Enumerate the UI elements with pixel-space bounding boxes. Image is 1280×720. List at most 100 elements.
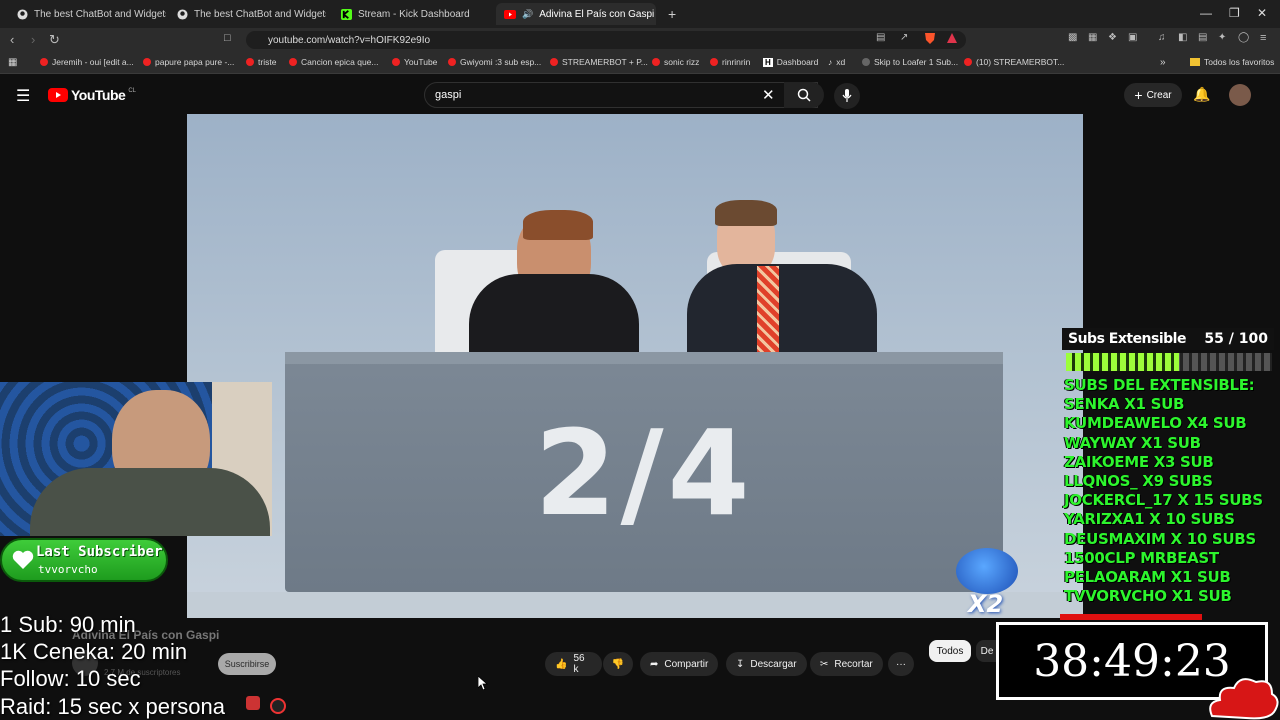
extension-icon[interactable]: ▣ bbox=[1128, 32, 1137, 43]
search-button[interactable] bbox=[784, 82, 824, 108]
browser-tab-3[interactable]: Stream - Kick Dashboard bbox=[332, 3, 492, 25]
browser-tab-bar: The best ChatBot and Widgets for Ki The … bbox=[0, 0, 1280, 28]
youtube-icon bbox=[710, 58, 718, 66]
subs-list-item: PELAOARAM X1 SUB bbox=[1064, 568, 1231, 587]
youtube-icon bbox=[550, 58, 558, 66]
youtube-icon bbox=[289, 58, 297, 66]
webcam-feed bbox=[0, 382, 272, 536]
bookmark-item[interactable]: triste bbox=[246, 57, 276, 67]
hamburger-menu-icon[interactable]: ☰ bbox=[16, 86, 30, 106]
github-icon bbox=[176, 8, 188, 20]
notifications-bell-icon[interactable]: 🔔 bbox=[1193, 86, 1210, 103]
youtube-icon bbox=[246, 58, 254, 66]
browser-tab-4-active[interactable]: 🔊 Adivina El País con Gaspi - Yo ✕ bbox=[496, 3, 656, 25]
new-tab-button[interactable]: + bbox=[660, 3, 680, 25]
person-right-tie bbox=[757, 266, 779, 356]
brave-shield-icon[interactable] bbox=[924, 32, 936, 48]
extension-icon[interactable]: ▩ bbox=[1068, 32, 1077, 43]
browser-tab-1[interactable]: The best ChatBot and Widgets for Ki bbox=[8, 3, 166, 25]
taskbar-obs-icon[interactable] bbox=[270, 698, 286, 714]
youtube-icon bbox=[448, 58, 456, 66]
bookmark-item[interactable]: sonic rizz bbox=[652, 57, 699, 67]
dislike-button[interactable]: 👎 bbox=[603, 652, 633, 676]
subs-list-item: KUMDEAWELO X4 SUB bbox=[1064, 414, 1247, 433]
bookmark-item[interactable]: (10) STREAMERBOT... bbox=[964, 57, 1064, 67]
github-icon bbox=[16, 8, 28, 20]
subscribe-button[interactable]: Suscribirse bbox=[218, 653, 276, 675]
puzzle-icon[interactable]: ❖ bbox=[1108, 32, 1117, 43]
person-right-hair bbox=[715, 200, 777, 226]
desk-top bbox=[285, 352, 1003, 364]
bookmark-item[interactable]: YouTube bbox=[392, 57, 437, 67]
brave-rewards-icon[interactable] bbox=[946, 32, 958, 47]
leo-icon[interactable]: ✦ bbox=[1218, 32, 1226, 43]
bookmark-item[interactable]: rinrinrin bbox=[710, 57, 750, 67]
bookmark-item[interactable]: Gwiyomi :3 sub esp... bbox=[448, 57, 541, 67]
chip-all[interactable]: Todos bbox=[929, 640, 971, 662]
sidebar-icon[interactable]: ◧ bbox=[1178, 32, 1187, 43]
close-window-icon[interactable]: ✕ bbox=[1257, 6, 1267, 20]
plus-icon: + bbox=[1134, 87, 1143, 103]
search-icon bbox=[797, 88, 811, 102]
subs-list-item: YARIZXA1 X 10 SUBS bbox=[1064, 510, 1235, 529]
browser-toolbar: ‹ › ↻ □ youtube.com/watch?v=hOIFK92e9Io … bbox=[0, 28, 1280, 52]
share-icon[interactable]: ↗ bbox=[900, 32, 908, 43]
streamer-hoodie bbox=[30, 468, 270, 536]
screen-icon[interactable]: ▤ bbox=[876, 32, 885, 43]
video-overlay-text: 2/4 bbox=[534, 404, 754, 542]
youtube-header: ☰ YouTube CL gaspi ✕ + Crear 🔔 bbox=[0, 74, 1280, 114]
browser-tab-2[interactable]: The best ChatBot and Widgets for Ki bbox=[168, 3, 326, 25]
subs-progress-fill bbox=[1066, 353, 1180, 371]
avatar[interactable] bbox=[1229, 84, 1251, 106]
youtube-logo[interactable]: YouTube CL bbox=[48, 87, 136, 103]
wallet-icon[interactable]: ▤ bbox=[1198, 32, 1207, 43]
youtube-icon bbox=[964, 58, 972, 66]
bookmark-item[interactable]: ♪ xd bbox=[828, 57, 845, 67]
clear-search-icon[interactable]: ✕ bbox=[762, 86, 775, 104]
bookmark-folder[interactable]: Todos los favoritos bbox=[1190, 57, 1274, 67]
bookmark-icon[interactable]: □ bbox=[224, 32, 231, 44]
video-player[interactable]: 2/4 bbox=[187, 114, 1083, 618]
youtube-icon bbox=[652, 58, 660, 66]
bookmark-item[interactable]: H Dashboard bbox=[763, 57, 818, 67]
voice-search-button[interactable] bbox=[834, 83, 860, 109]
share-button[interactable]: ➦ Compartir bbox=[640, 652, 719, 676]
download-icon: ↧ bbox=[736, 658, 745, 670]
extension-icon[interactable]: ▦ bbox=[1088, 32, 1097, 43]
subs-list-item: ZAIKOEME X3 SUB bbox=[1064, 452, 1214, 471]
person-left-hair bbox=[523, 210, 593, 240]
bookmark-item[interactable]: Skip to Loafer 1 Sub... bbox=[862, 57, 958, 67]
last-subscriber-widget: Last Subscriber tvvorvcho bbox=[0, 538, 168, 582]
music-icon[interactable]: ♫ bbox=[1158, 32, 1166, 43]
address-bar[interactable]: youtube.com/watch?v=hOIFK92e9Io bbox=[246, 31, 966, 49]
bookmark-item[interactable]: Jeremih - oui [edit a... bbox=[40, 57, 134, 67]
like-button[interactable]: 👍 56 k bbox=[545, 652, 602, 676]
youtube-icon bbox=[392, 58, 400, 66]
taskbar-app-icon[interactable] bbox=[246, 696, 260, 710]
bookmark-item[interactable]: STREAMERBOT + P... bbox=[550, 57, 648, 67]
forward-icon[interactable]: › bbox=[31, 32, 35, 47]
chip-partial[interactable]: De bbox=[976, 640, 998, 662]
heart-icon bbox=[12, 550, 34, 569]
thumbs-up-icon: 👍 bbox=[555, 658, 568, 670]
minimize-icon[interactable]: — bbox=[1200, 6, 1212, 20]
tab-title: Stream - Kick Dashboard bbox=[358, 8, 470, 20]
bookmark-item[interactable]: papure papa pure -... bbox=[143, 57, 234, 67]
more-actions-button[interactable]: ··· bbox=[888, 652, 914, 676]
timer-value: 38:49:23 bbox=[1033, 635, 1231, 687]
download-button[interactable]: ↧ Descargar bbox=[726, 652, 807, 676]
share-arrow-icon: ➦ bbox=[650, 658, 659, 670]
back-icon[interactable]: ‹ bbox=[10, 32, 14, 47]
subs-list-item: 1500CLP MRBEAST bbox=[1064, 548, 1219, 567]
vpn-icon[interactable]: ◯ bbox=[1238, 32, 1249, 43]
bookmark-item[interactable]: Cancion epica que... bbox=[289, 57, 379, 67]
restore-icon[interactable]: ❐ bbox=[1229, 6, 1240, 20]
clip-button[interactable]: ✂ Recortar bbox=[810, 652, 883, 676]
menu-icon[interactable]: ≡ bbox=[1260, 32, 1266, 44]
more-bookmarks-icon[interactable]: » bbox=[1160, 57, 1166, 68]
bookmarks-bar: ▦ Jeremih - oui [edit a... papure papa p… bbox=[0, 52, 1280, 74]
search-input[interactable]: gaspi bbox=[424, 82, 818, 108]
reload-icon[interactable]: ↻ bbox=[49, 32, 60, 48]
apps-grid-icon[interactable]: ▦ bbox=[8, 57, 17, 68]
create-button[interactable]: + Crear bbox=[1124, 83, 1182, 107]
